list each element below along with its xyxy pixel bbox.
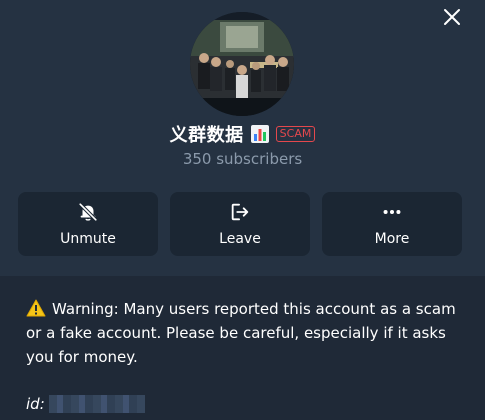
title-row: 义群数据 SCAM [0, 121, 485, 147]
avatar-image [190, 12, 294, 116]
scam-warning: Warning: Many users reported this accoun… [26, 297, 466, 369]
subscriber-count: 350 subscribers [182, 150, 303, 168]
scam-badge: SCAM [275, 126, 316, 142]
warning-text: Warning: Many users reported this accoun… [26, 300, 456, 366]
more-dots-icon [383, 209, 401, 215]
close-icon[interactable] [441, 6, 463, 28]
id-value-redacted[interactable] [48, 395, 145, 413]
id-label: id: [26, 395, 45, 413]
unmute-label: Unmute [60, 231, 116, 247]
unmute-button[interactable]: Unmute [18, 192, 158, 256]
leave-button[interactable]: Leave [170, 192, 310, 256]
channel-avatar [190, 12, 294, 116]
more-button[interactable]: More [322, 192, 462, 256]
close-button[interactable] [441, 6, 463, 28]
id-row: id: [26, 395, 145, 413]
bar-chart-icon [250, 125, 269, 143]
warning-icon [26, 299, 46, 317]
more-label: More [374, 231, 410, 247]
channel-title: 义群数据 [169, 125, 244, 146]
leave-label: Leave [219, 231, 261, 247]
leave-icon [231, 203, 249, 221]
channel-header: 义群数据 SCAM 350 subscribers Unmute Leave M… [0, 0, 485, 276]
bell-off-icon [78, 202, 98, 222]
